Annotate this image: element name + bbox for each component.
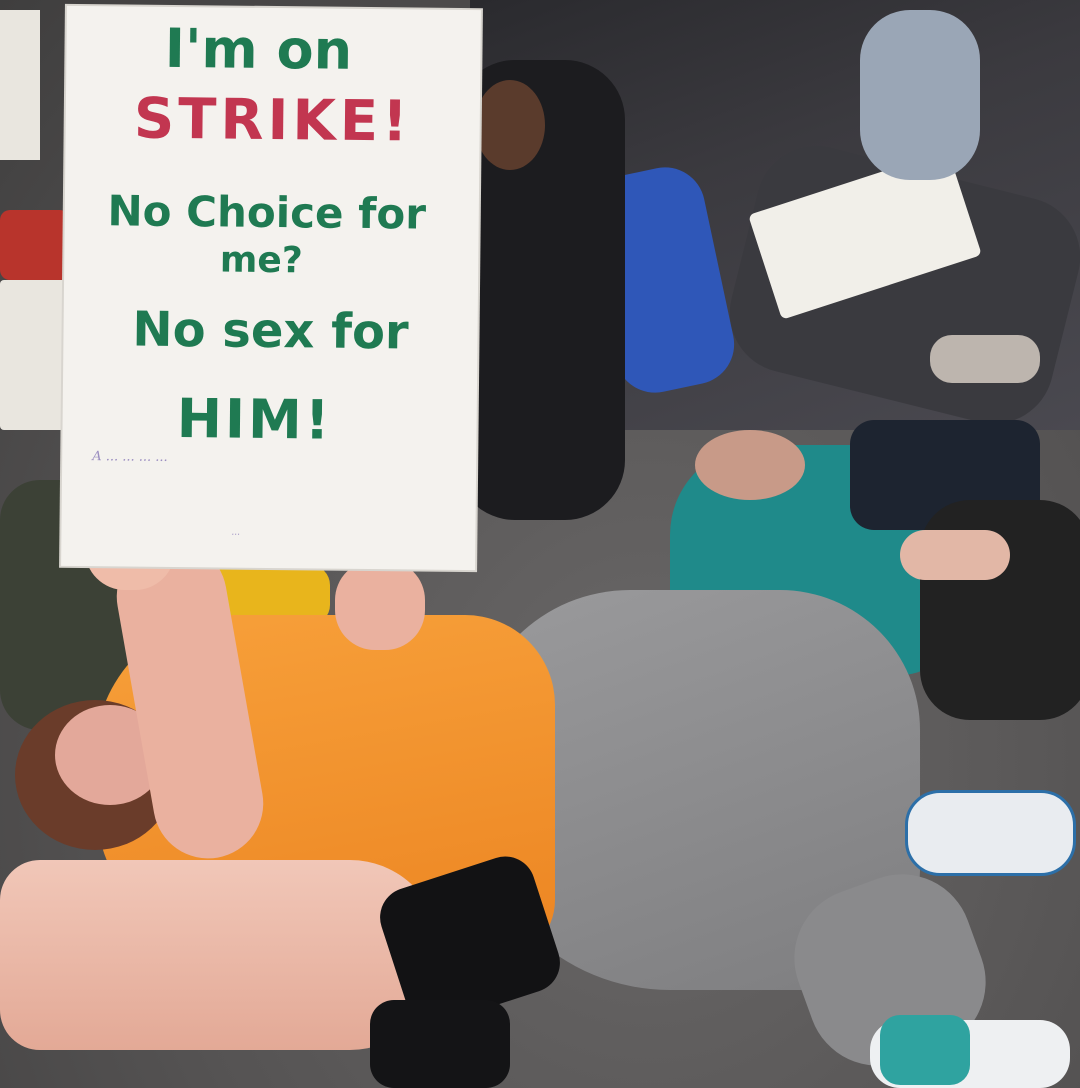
hand-teal-protester bbox=[900, 530, 1010, 580]
sign-line-no-choice: No Choice for bbox=[107, 186, 427, 239]
sign-quote: A ... ... ... ... bbox=[92, 449, 168, 465]
sign-line-strike: STRIKE! bbox=[133, 86, 412, 155]
white-sneaker-right bbox=[905, 790, 1076, 876]
main-protester-other-arm bbox=[335, 560, 425, 650]
protester-teal-face bbox=[695, 430, 805, 500]
protester-face bbox=[475, 80, 545, 170]
protest-sign: I'm on STRIKE! No Choice for me? No sex … bbox=[61, 5, 481, 571]
sign-attribution: ... bbox=[231, 527, 241, 538]
sign-line-im-on: I'm on bbox=[164, 16, 353, 82]
paper-top-left bbox=[0, 10, 40, 160]
sign-line-no-sex: No sex for bbox=[132, 301, 409, 361]
sneaker-background bbox=[930, 335, 1040, 383]
protester-top-right bbox=[860, 10, 980, 180]
black-ankle-wrap-lower bbox=[370, 1000, 510, 1088]
sign-line-me: me? bbox=[219, 239, 303, 282]
protest-photo: I'm on STRIKE! No Choice for me? No sex … bbox=[0, 0, 1080, 1088]
sign-line-him: HIM! bbox=[176, 387, 333, 452]
teal-sock bbox=[880, 1015, 970, 1085]
